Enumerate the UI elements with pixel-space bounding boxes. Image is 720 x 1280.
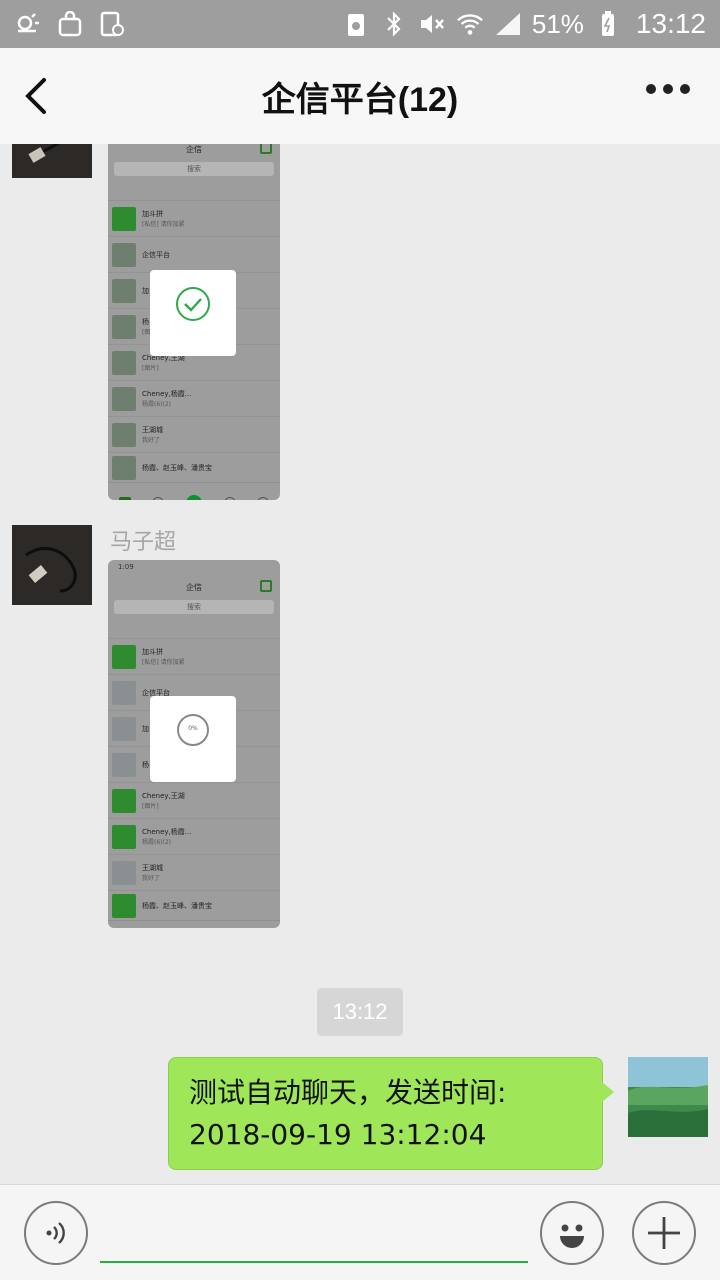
screenshot-icon bbox=[98, 10, 126, 38]
list-item: Cheney,杨霞... 杨霞(6)(2) bbox=[108, 818, 280, 854]
list-item: Cheney,王湖 [图片] bbox=[108, 782, 280, 818]
screenshot-notice bbox=[108, 180, 280, 200]
message-image[interactable]: 1:09 企信 搜索 加斗拼 [私信] 请你加紧 企信平台 加 杨 Cheney,… bbox=[108, 560, 280, 928]
list-item: 杨霞、赵玉峰、潘贵宝 bbox=[108, 890, 280, 920]
screenshot-tabbar bbox=[108, 920, 280, 928]
page-title: 企信平台(12) bbox=[261, 80, 459, 119]
message-text-line: 测试自动聊天，发送时间: bbox=[189, 1076, 507, 1109]
screenshot-header: 企信 bbox=[108, 144, 280, 160]
progress-circle-icon: 0% bbox=[175, 712, 211, 748]
more-dots-icon[interactable] bbox=[646, 84, 690, 94]
voice-icon[interactable] bbox=[24, 1201, 88, 1265]
message-text-line: 2018-09-19 13:12:04 bbox=[189, 1118, 487, 1151]
wifi-icon bbox=[456, 10, 484, 38]
chat-area[interactable]: 企信 搜索 加斗拼 [私信] 请你加紧 企信平台 加 杨 [图 Cheney,王湖[… bbox=[0, 144, 720, 1184]
list-item: 企信平台 bbox=[108, 236, 280, 272]
recycle-icon bbox=[342, 10, 370, 38]
screenshot-statusbar: 1:09 bbox=[118, 563, 134, 571]
screenshot-search: 搜索 bbox=[114, 600, 274, 614]
signal-icon bbox=[494, 10, 522, 38]
mute-icon bbox=[418, 10, 446, 38]
plus-icon[interactable] bbox=[632, 1201, 696, 1265]
check-circle-icon bbox=[175, 286, 211, 326]
list-item: 加斗拼 [私信] 请你加紧 bbox=[108, 638, 280, 674]
screenshot-notice bbox=[108, 618, 280, 638]
bluetooth-icon bbox=[380, 10, 408, 38]
toast-progress-value: 0% bbox=[188, 725, 198, 732]
battery-icon bbox=[594, 10, 622, 38]
screenshot-header: 企信 bbox=[108, 576, 280, 598]
status-time: 13:12 bbox=[635, 8, 706, 39]
bag-icon bbox=[56, 10, 84, 38]
time-divider: 13:12 bbox=[317, 988, 403, 1036]
message-image[interactable]: 企信 搜索 加斗拼 [私信] 请你加紧 企信平台 加 杨 [图 Cheney,王湖[… bbox=[108, 144, 280, 500]
message-input[interactable] bbox=[100, 1201, 528, 1263]
status-left-icons bbox=[14, 10, 126, 38]
screenshot-search: 搜索 bbox=[114, 162, 274, 176]
list-item: 杨霞、赵玉峰、潘贵宝 bbox=[108, 452, 280, 482]
screenshot-toast: 0% bbox=[150, 696, 236, 782]
weather-icon bbox=[14, 10, 42, 38]
sender-name: 马子超 bbox=[110, 529, 177, 554]
status-right-icons: 51% 13:12 bbox=[342, 8, 706, 40]
battery-percent: 51% bbox=[531, 8, 584, 39]
screenshot-tabbar bbox=[108, 482, 280, 500]
chevron-left-icon[interactable] bbox=[18, 76, 58, 116]
status-bar: 51% 13:12 bbox=[0, 0, 720, 48]
list-item: 加斗拼 [私信] 请你加紧 bbox=[108, 200, 280, 236]
screenshot-toast bbox=[150, 270, 236, 356]
message-bubble[interactable]: 测试自动聊天，发送时间: 2018-09-19 13:12:04 bbox=[168, 1057, 614, 1170]
list-item: Cheney,杨霞... 杨霞(6)(2) bbox=[108, 380, 280, 416]
avatar[interactable] bbox=[628, 1057, 708, 1137]
list-item: 王湖城 我好了 bbox=[108, 854, 280, 890]
emoji-icon[interactable] bbox=[540, 1201, 604, 1265]
avatar[interactable] bbox=[12, 144, 92, 178]
nav-bar: 企信平台(12) bbox=[0, 48, 720, 144]
input-bar bbox=[0, 1184, 720, 1280]
avatar[interactable] bbox=[12, 525, 92, 605]
list-item: 王湖城 我好了 bbox=[108, 416, 280, 452]
